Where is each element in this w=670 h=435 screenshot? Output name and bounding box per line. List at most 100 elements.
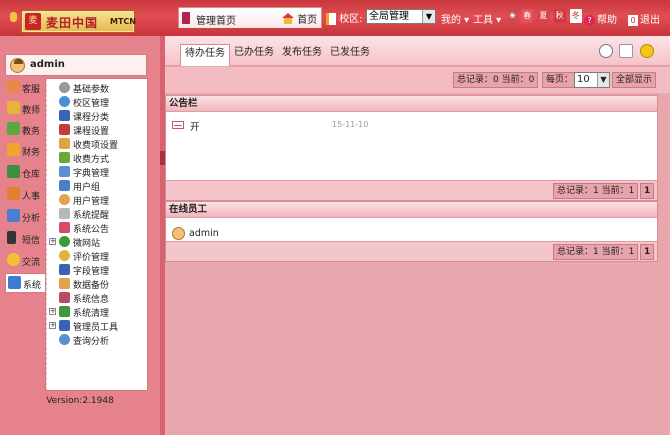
module-label: 交流 [22,258,41,268]
tree-item-payment-method[interactable]: 收费方式 [46,151,149,165]
help-link[interactable]: ? 帮助 [584,11,617,26]
list-item[interactable]: 开 15-11-10 [172,118,652,133]
course-settings-icon [59,124,70,135]
expand-icon[interactable]: + [49,238,56,245]
module-system[interactable]: 系统 [5,273,48,293]
skin-spring-button[interactable]: 春 [521,9,534,23]
new-task-icon[interactable] [619,44,633,58]
tab-completed-tasks[interactable]: 已办任务 [230,44,278,64]
online-page-button[interactable]: 1 [640,244,655,260]
tree-item-data-backup[interactable]: 数据备份 [46,277,149,291]
tab-sent-tasks[interactable]: 已发任务 [326,44,374,64]
per-page-select[interactable]: 10 ▼ [574,72,610,88]
tree-item-course-category[interactable]: 课程分类 [46,109,149,123]
tree-item-label: 系统公告 [73,225,110,235]
campus-select[interactable]: 全局管理 ▼ [366,9,436,24]
tree-item-query-analysis[interactable]: 查询分析 [46,333,149,347]
module-analysis[interactable]: 分析 [5,207,46,227]
expand-icon[interactable]: + [49,322,56,329]
module-hr[interactable]: 人事 [5,185,46,205]
module-sms[interactable]: 短信 [5,229,46,249]
tree-item-course-settings[interactable]: 课程设置 [46,123,149,137]
notice-title[interactable]: 开 [190,119,200,133]
tree-item-label: 微网站 [73,239,101,249]
current-user-name: admin [30,59,65,70]
notice-date: 15-11-10 [332,120,369,129]
show-all-button[interactable]: 全部显示 [612,72,657,88]
avatar [172,227,185,240]
sms-icon [7,231,16,244]
evaluation-icon [59,250,70,261]
notice-record-summary: 总记录：1 当前：1 [553,183,639,199]
home-link-label: 首页 [297,15,318,26]
home-link[interactable]: 首页 [282,11,317,26]
tab-admin-home[interactable]: 管理首页 首页 [178,7,322,28]
chevron-down-icon: ▼ [422,10,435,23]
backup-icon [59,278,70,289]
tree-item-dictionary[interactable]: 字典管理 [46,165,149,179]
online-pager: 总记录：1 当前：1 1 [166,241,657,261]
tree-item-basic-params[interactable]: 基础参数 [46,81,149,95]
tree-item-user-management[interactable]: 用户管理 [46,193,149,207]
campus-label: 校区: [326,10,363,25]
notice-page-button[interactable]: 1 [640,183,655,199]
module-customer-service[interactable]: 客服 [5,78,46,98]
module-menu: 客服 教师 教务 财务 仓库 人事 分析 短信 交流 系统 [5,78,48,391]
user-management-icon [59,194,70,205]
left-panel: admin 客服 教师 教务 财务 仓库 人事 分析 短信 交流 系统 基础参数… [0,36,160,435]
tree-item-label: 收费项设置 [73,141,119,151]
module-label: 教务 [22,127,41,137]
smiley-icon[interactable] [640,44,654,58]
tree-item-label: 用户组 [73,183,101,193]
tab-published-tasks[interactable]: 发布任务 [278,44,326,64]
mail-icon [172,121,184,129]
module-warehouse[interactable]: 仓库 [5,163,46,183]
menu-my[interactable]: 我的 ▾ [441,11,469,26]
skin-autumn-button[interactable]: 秋 [553,9,566,23]
tree-item-system-announcement[interactable]: 系统公告 [46,221,149,235]
tree-item-system-cleanup[interactable]: + 系统清理 [46,305,149,319]
online-staff-title: 在线员工 [166,202,657,218]
tree-item-system-info[interactable]: 系统信息 [46,291,149,305]
skin-summer-button[interactable]: 夏 [537,9,550,23]
chat-icon [7,253,20,266]
module-teacher[interactable]: 教师 [5,99,46,119]
module-finance[interactable]: 财务 [5,141,46,161]
module-chat[interactable]: 交流 [5,251,46,271]
module-academic[interactable]: 教务 [5,120,46,140]
tree-item-label: 课程分类 [73,113,110,123]
module-label: 系统 [23,281,42,291]
tree-item-campus-management[interactable]: 校区管理 [46,95,149,109]
tree-item-user-group[interactable]: 用户组 [46,179,149,193]
system-menu-tree: 基础参数 校区管理 课程分类 课程设置 收费项设置 收费方式 字典管理 用户组 … [45,78,148,391]
skin-winter-button[interactable]: 冬 [569,9,582,23]
tree-item-field-management[interactable]: 字段管理 [46,263,149,277]
refresh-icon[interactable] [599,44,613,58]
warehouse-icon [7,165,20,178]
module-label: 短信 [22,236,41,246]
reminder-icon [59,208,70,219]
version-text: Version:2.1948 [46,396,114,406]
hr-icon [7,187,20,200]
dictionary-icon [59,166,70,177]
task-tab-bar: 待办任务 已办任务 发布任务 已发任务 [165,36,670,66]
module-label: 客服 [22,85,41,95]
menu-tools[interactable]: 工具 ▾ [473,11,501,26]
logout-link[interactable]: 0 退出 [628,11,660,26]
tab-bar: 管理首页 首页 校区: 全局管理 ▼ 我的 ▾ 工具 ▾ ❀ 春 夏 秋 冬 ?… [178,7,670,28]
skin-switcher: ❀ 春 夏 秋 冬 [508,9,583,23]
tab-pending-tasks[interactable]: 待办任务 [180,44,230,66]
module-label: 人事 [22,192,41,202]
tree-item-admin-tools[interactable]: + 管理员工具 [46,319,149,333]
tree-item-microsite[interactable]: + 微网站 [46,235,149,249]
task-pager: 总记录：0 当前：0 每页： 10 ▼ 全部显示 [165,67,670,93]
help-label: 帮助 [597,15,617,26]
home-icon [282,13,294,24]
tree-item-evaluation[interactable]: 评价管理 [46,249,149,263]
module-label: 分析 [22,214,41,224]
chevron-down-icon: ▼ [597,73,609,87]
tree-item-fee-item[interactable]: 收费项设置 [46,137,149,151]
campus-icon [326,13,336,25]
tree-item-system-reminder[interactable]: 系统提醒 [46,207,149,221]
expand-icon[interactable]: + [49,308,56,315]
